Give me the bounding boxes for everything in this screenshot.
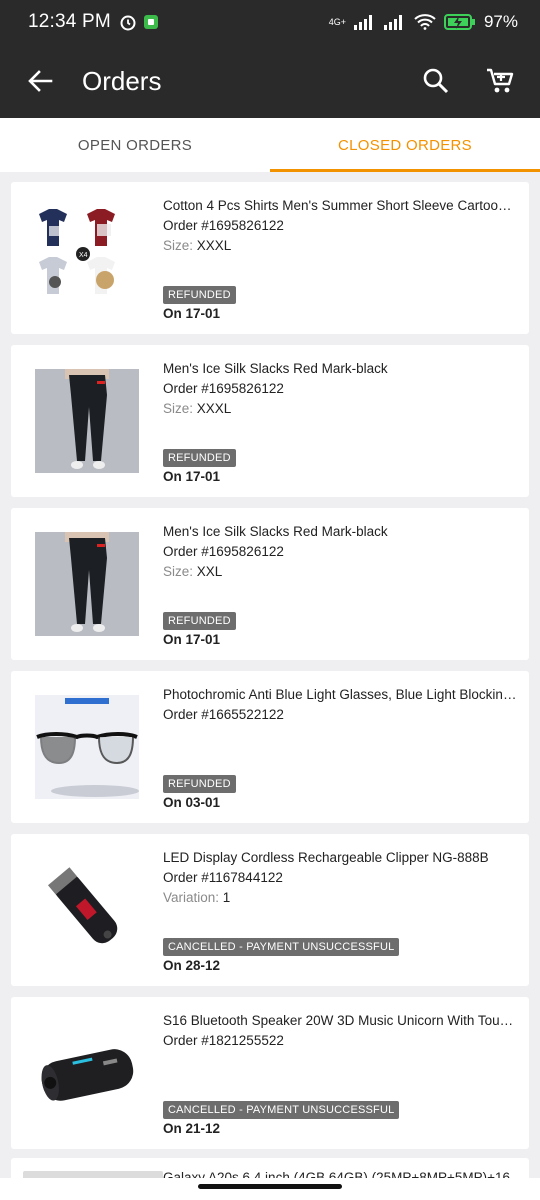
status-badge: REFUNDED bbox=[163, 449, 236, 467]
back-button[interactable] bbox=[20, 61, 60, 101]
status-badge: CANCELLED - PAYMENT UNSUCCESSFUL bbox=[163, 938, 400, 956]
system-nav-bar bbox=[0, 1178, 540, 1200]
order-card[interactable]: Photochromic Anti Blue Light Glasses, Bl… bbox=[11, 671, 529, 823]
cart-button[interactable] bbox=[480, 61, 520, 101]
product-attribute: Size: XXL bbox=[163, 564, 223, 579]
order-number: Order #1695826122 bbox=[163, 381, 284, 396]
order-date: On 28-12 bbox=[163, 958, 221, 973]
status-time: 12:34 PM bbox=[28, 11, 111, 32]
order-card[interactable]: Men's Ice Silk Slacks Red Mark-black Ord… bbox=[11, 508, 529, 660]
order-card[interactable]: Men's Ice Silk Slacks Red Mark-black Ord… bbox=[11, 345, 529, 497]
product-attribute: Size: XXXL bbox=[163, 401, 232, 416]
home-gesture-handle[interactable] bbox=[198, 1184, 342, 1189]
app-bar: Orders bbox=[0, 44, 540, 118]
order-tabs: OPEN ORDERS CLOSED ORDERS bbox=[0, 118, 540, 172]
status-badge: REFUNDED bbox=[163, 775, 236, 793]
product-name: S16 Bluetooth Speaker 20W 3D Music Unico… bbox=[163, 1013, 518, 1028]
order-number: Order #1695826122 bbox=[163, 544, 284, 559]
product-attribute: Variation: 1 bbox=[163, 890, 231, 905]
wifi-icon bbox=[414, 14, 436, 30]
status-bar: 12:34 PM 4G+ 97% bbox=[0, 0, 540, 44]
order-card[interactable]: LED Display Cordless Rechargeable Clippe… bbox=[11, 834, 529, 986]
tab-open-orders[interactable]: OPEN ORDERS bbox=[0, 118, 270, 172]
product-name: LED Display Cordless Rechargeable Clippe… bbox=[163, 850, 489, 865]
alarm-icon bbox=[120, 15, 136, 31]
product-name: Men's Ice Silk Slacks Red Mark-black bbox=[163, 361, 388, 376]
battery-icon bbox=[443, 14, 475, 30]
status-badge: REFUNDED bbox=[163, 286, 236, 304]
product-image-clipper bbox=[35, 858, 139, 962]
order-date: On 17-01 bbox=[163, 306, 221, 321]
order-date: On 03-01 bbox=[163, 795, 221, 810]
svg-text:X4: X4 bbox=[79, 252, 88, 259]
signal-icon bbox=[353, 15, 372, 30]
product-image-pants bbox=[35, 532, 139, 636]
signal-2-icon bbox=[383, 15, 402, 30]
order-number: Order #1695826122 bbox=[163, 218, 284, 233]
tab-closed-orders[interactable]: CLOSED ORDERS bbox=[270, 118, 540, 172]
page-title: Orders bbox=[82, 65, 162, 96]
order-number: Order #1665522122 bbox=[163, 707, 284, 722]
order-date: On 21-12 bbox=[163, 1121, 221, 1136]
network-type: 4G+ bbox=[328, 16, 346, 27]
order-date: On 17-01 bbox=[163, 469, 221, 484]
order-date: On 17-01 bbox=[163, 632, 221, 647]
search-button[interactable] bbox=[416, 61, 456, 101]
product-image-pants bbox=[35, 369, 139, 473]
product-image-glasses bbox=[35, 695, 139, 799]
order-card[interactable]: X4 Cotton 4 Pcs Shirts Men's Summer Shor… bbox=[11, 182, 529, 334]
arrow-back-icon bbox=[28, 70, 53, 92]
battery-percent: 97% bbox=[483, 12, 518, 31]
cart-icon bbox=[487, 68, 514, 93]
order-number: Order #1167844122 bbox=[163, 870, 283, 885]
product-name: Photochromic Anti Blue Light Glasses, Bl… bbox=[163, 687, 518, 702]
search-icon bbox=[423, 68, 449, 94]
product-name: Cotton 4 Pcs Shirts Men's Summer Short S… bbox=[163, 198, 518, 213]
status-badge: CANCELLED - PAYMENT UNSUCCESSFUL bbox=[163, 1101, 400, 1119]
product-image-speaker bbox=[35, 1021, 139, 1125]
order-card[interactable]: S16 Bluetooth Speaker 20W 3D Music Unico… bbox=[11, 997, 529, 1149]
status-badge: REFUNDED bbox=[163, 612, 236, 630]
product-attribute: Size: XXXL bbox=[163, 238, 232, 253]
order-number: Order #1821255522 bbox=[163, 1033, 284, 1048]
product-image-tshirts: X4 bbox=[35, 206, 139, 310]
app-notification-icon bbox=[143, 15, 158, 29]
product-name: Men's Ice Silk Slacks Red Mark-black bbox=[163, 524, 388, 539]
